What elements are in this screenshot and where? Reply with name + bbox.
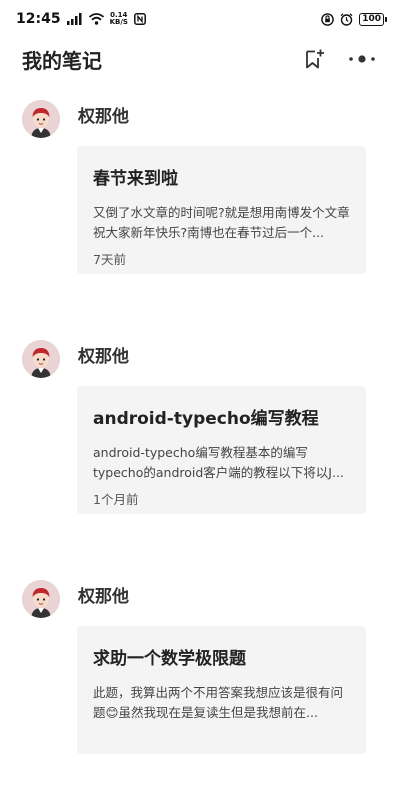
app-bar: 我的笔记 <box>0 38 400 80</box>
wifi-icon <box>88 13 104 25</box>
avatar[interactable] <box>22 340 60 378</box>
note-time: 7天前 <box>93 252 126 267</box>
note-post: 权那他 求助一个数学极限题 此题，我算出两个不用答案我想应该是很有问题😊虽然我现… <box>0 560 400 800</box>
lock-rotation-icon <box>321 12 335 26</box>
avatar-image <box>22 100 60 138</box>
note-excerpt: 此题，我算出两个不用答案我想应该是很有问题😊虽然我现在是复读生但是我想前在... <box>93 685 344 720</box>
alarm-icon <box>340 12 353 26</box>
avatar-image <box>22 340 60 378</box>
note-excerpt: android-typecho编写教程基本的编写typecho的android客… <box>93 445 344 480</box>
more-options-icon <box>349 55 375 63</box>
signal-icon <box>66 13 83 25</box>
network-speed: 0.14 KB/S <box>109 11 128 26</box>
battery-indicator: 100 <box>359 12 387 26</box>
bookmark-add-button[interactable] <box>298 43 330 75</box>
note-card[interactable]: 春节来到啦 又倒了水文章的时间呢?就是想用南博发个文章祝大家新年快乐?南博也在春… <box>77 146 366 274</box>
avatar-image <box>22 580 60 618</box>
bookmark-add-icon <box>306 49 324 69</box>
note-post: 权那他 春节来到啦 又倒了水文章的时间呢?就是想用南博发个文章祝大家新年快乐?南… <box>0 80 400 320</box>
author-name[interactable]: 权那他 <box>78 102 129 127</box>
note-card[interactable]: android-typecho编写教程 android-typecho编写教程基… <box>77 386 366 514</box>
note-post: 权那他 android-typecho编写教程 android-typecho编… <box>0 320 400 560</box>
note-title: 春节来到啦 <box>93 169 178 189</box>
note-title: android-typecho编写教程 <box>93 409 319 429</box>
avatar[interactable] <box>22 100 60 138</box>
status-bar: 12:45 0.14 KB/S 100 <box>0 0 400 38</box>
note-time: 1个月前 <box>93 492 139 507</box>
notes-feed[interactable]: 权那他 春节来到啦 又倒了水文章的时间呢?就是想用南博发个文章祝大家新年快乐?南… <box>0 80 400 800</box>
author-name[interactable]: 权那他 <box>78 342 129 367</box>
page-title: 我的笔记 <box>22 48 102 73</box>
note-card[interactable]: 求助一个数学极限题 此题，我算出两个不用答案我想应该是很有问题😊虽然我现在是复读… <box>77 626 366 754</box>
more-options-button[interactable] <box>346 43 378 75</box>
nfc-icon <box>133 13 146 25</box>
note-title: 求助一个数学极限题 <box>93 649 246 669</box>
status-time: 12:45 <box>16 11 61 27</box>
note-excerpt: 又倒了水文章的时间呢?就是想用南博发个文章祝大家新年快乐?南博也在春节过后一个.… <box>93 205 350 240</box>
avatar[interactable] <box>22 580 60 618</box>
author-name[interactable]: 权那他 <box>78 582 129 607</box>
